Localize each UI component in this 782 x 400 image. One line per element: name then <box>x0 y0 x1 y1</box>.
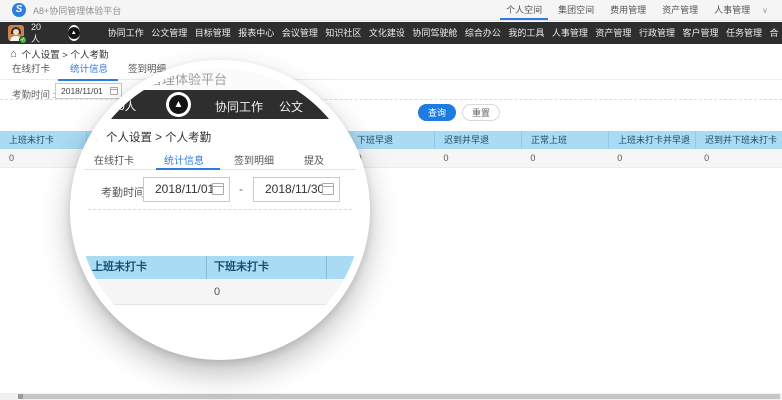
nav-item-official-doc[interactable]: 公文管理 <box>147 22 190 44</box>
lens-date-to-input[interactable]: 2018/11/30 <box>253 177 340 202</box>
nav-item-hr[interactable]: 人事管理 <box>548 22 591 44</box>
top-menu-item-group-space[interactable]: 集团空间 <box>550 0 602 20</box>
magnifier-lens-content: 同管理体验平台 ✓ 20人 ▲ 协同工作 公文 ⌂ 个人设置 > 个人考勤 在线… <box>78 68 362 352</box>
search-button[interactable]: 查询 <box>418 104 456 121</box>
magnifier-lens: 同管理体验平台 ✓ 20人 ▲ 协同工作 公文 ⌂ 个人设置 > 个人考勤 在线… <box>70 60 370 360</box>
lens-home-icon: ⌂ <box>90 128 98 143</box>
lens-table-cell: 0 <box>92 286 99 298</box>
nav-items: 协同工作 公文管理 目标管理 报表中心 会议管理 知识社区 文化建设 协同驾驶舱… <box>104 22 782 44</box>
lens-form-divider <box>88 209 352 210</box>
lens-date-from-value: 2018/11/01 <box>155 182 215 196</box>
nav-item-task[interactable]: 任务管理 <box>722 22 765 44</box>
table-cell: 0 <box>704 153 710 163</box>
tab-online-punch[interactable]: 在线打卡 <box>12 62 50 79</box>
lens-table-cell: 0 <box>214 286 221 298</box>
nav-item-asset[interactable]: 资产管理 <box>591 22 634 44</box>
nav-item-knowledge[interactable]: 知识社区 <box>321 22 364 44</box>
lens-nav-item-doc-partial[interactable]: 公文 <box>279 98 303 115</box>
col-header: 迟到并早退 <box>435 131 522 149</box>
avatar[interactable]: ✓ <box>8 25 27 44</box>
lens-calendar-icon[interactable] <box>322 183 334 195</box>
lens-col-header: 上班未打卡 <box>92 261 147 273</box>
online-status-icon: ✓ <box>19 36 27 44</box>
lens-avatar[interactable]: ✓ <box>83 93 108 118</box>
col-header: 迟到并下班未打卡 <box>705 135 778 145</box>
lens-nav-bar: ✓ 20人 ▲ 协同工作 公文 <box>78 90 362 119</box>
nav-item-contract-clipped[interactable]: 合 <box>765 22 781 44</box>
horizontal-scrollbar-thumb[interactable] <box>18 394 780 399</box>
col-header: 下班早退 <box>348 131 435 149</box>
lens-breadcrumb: 个人设置 > 个人考勤 <box>106 132 212 144</box>
lens-user-label: 20人 <box>112 101 137 113</box>
top-menu-item-expense[interactable]: 费用管理 <box>602 0 654 20</box>
nav-item-tools[interactable]: 我的工具 <box>504 22 547 44</box>
chevron-down-icon[interactable]: ∨ <box>758 6 772 15</box>
main-nav-bar: ✓ 20人 ▲ 协同工作 公文管理 目标管理 报表中心 会议管理 知识社区 文化… <box>0 22 782 44</box>
lens-active-tab-underline <box>156 168 220 170</box>
app-title: A8+协同管理体验平台 <box>33 5 122 16</box>
table-cell: 0 <box>530 153 536 163</box>
lens-nav-item-collab[interactable]: 协同工作 <box>215 98 263 115</box>
nav-item-report[interactable]: 报表中心 <box>234 22 277 44</box>
lens-date-to-value: 2018/11/30 <box>265 182 325 196</box>
lens-table-row: 0 0 <box>78 279 362 305</box>
nav-item-meeting[interactable]: 会议管理 <box>278 22 321 44</box>
lens-col-separator <box>326 256 327 279</box>
lens-tab-statistics[interactable]: 统计信息 <box>164 152 204 167</box>
lens-tab-online-punch[interactable]: 在线打卡 <box>94 152 134 167</box>
top-menu-item-asset[interactable]: 资产管理 <box>654 0 706 20</box>
user-label: 20人 <box>31 21 42 44</box>
reset-button[interactable]: 重置 <box>462 104 500 121</box>
lens-app-title-partial: 同管理体验平台 <box>136 72 228 87</box>
breadcrumb-text: 个人设置 > 个人考勤 <box>21 50 109 61</box>
top-bar: S A8+协同管理体验平台 个人空间 集团空间 费用管理 资产管理 人事管理 ∨ <box>0 0 782 21</box>
top-menu-item-hr[interactable]: 人事管理 <box>706 0 758 20</box>
col-header: 上班未打卡 <box>0 131 87 149</box>
table-cell: 0 <box>617 153 623 163</box>
nav-item-admin[interactable]: 行政管理 <box>635 22 678 44</box>
lens-col-header: 下班未打卡 <box>214 261 269 273</box>
lens-date-from-input[interactable]: 2018/11/01 <box>143 177 230 202</box>
top-menu-item-personal-space[interactable]: 个人空间 <box>498 0 550 20</box>
lens-range-separator: - <box>239 182 243 196</box>
col-header: 正常上班 <box>522 131 609 149</box>
lens-tab-mention-partial[interactable]: 提及 <box>304 152 324 167</box>
avatar-face <box>13 29 19 35</box>
nav-item-culture[interactable]: 文化建设 <box>365 22 408 44</box>
col-header: 上班未打卡并早退 <box>609 131 696 149</box>
nav-item-collab[interactable]: 协同工作 <box>104 22 147 44</box>
lens-tab-bar: 在线打卡 统计信息 签到明细 提及 <box>78 150 362 170</box>
top-menu: 个人空间 集团空间 费用管理 资产管理 人事管理 ∨ <box>498 0 782 20</box>
lens-col-separator <box>206 256 207 279</box>
nav-item-office[interactable]: 综合办公 <box>461 22 504 44</box>
lens-online-status-icon: ✓ <box>98 108 108 118</box>
home-icon[interactable]: ⌂ <box>10 48 17 60</box>
nav-item-cockpit[interactable]: 协同驾驶舱 <box>408 22 460 44</box>
lens-calendar-icon[interactable] <box>212 183 224 195</box>
nav-item-customer[interactable]: 客户管理 <box>678 22 721 44</box>
lens-table-header-row: 上班未打卡 下班未打卡 <box>78 256 362 279</box>
screen: S A8+协同管理体验平台 个人空间 集团空间 费用管理 资产管理 人事管理 ∨… <box>0 0 782 400</box>
lens-top-bar: 同管理体验平台 <box>78 68 362 91</box>
seeyon-logo-icon: S <box>12 3 26 17</box>
horizontal-scrollbar-cap[interactable] <box>18 394 23 399</box>
table-cell: 0 <box>443 153 449 163</box>
breadcrumb: ⌂ 个人设置 > 个人考勤 <box>10 47 108 61</box>
table-cell: 0 <box>9 153 15 163</box>
lens-tab-signin-detail[interactable]: 签到明细 <box>234 152 274 167</box>
lens-v5-home-icon[interactable]: ▲ <box>166 92 191 117</box>
nav-item-goal[interactable]: 目标管理 <box>191 22 234 44</box>
v5-home-icon[interactable]: ▲ <box>67 25 80 41</box>
